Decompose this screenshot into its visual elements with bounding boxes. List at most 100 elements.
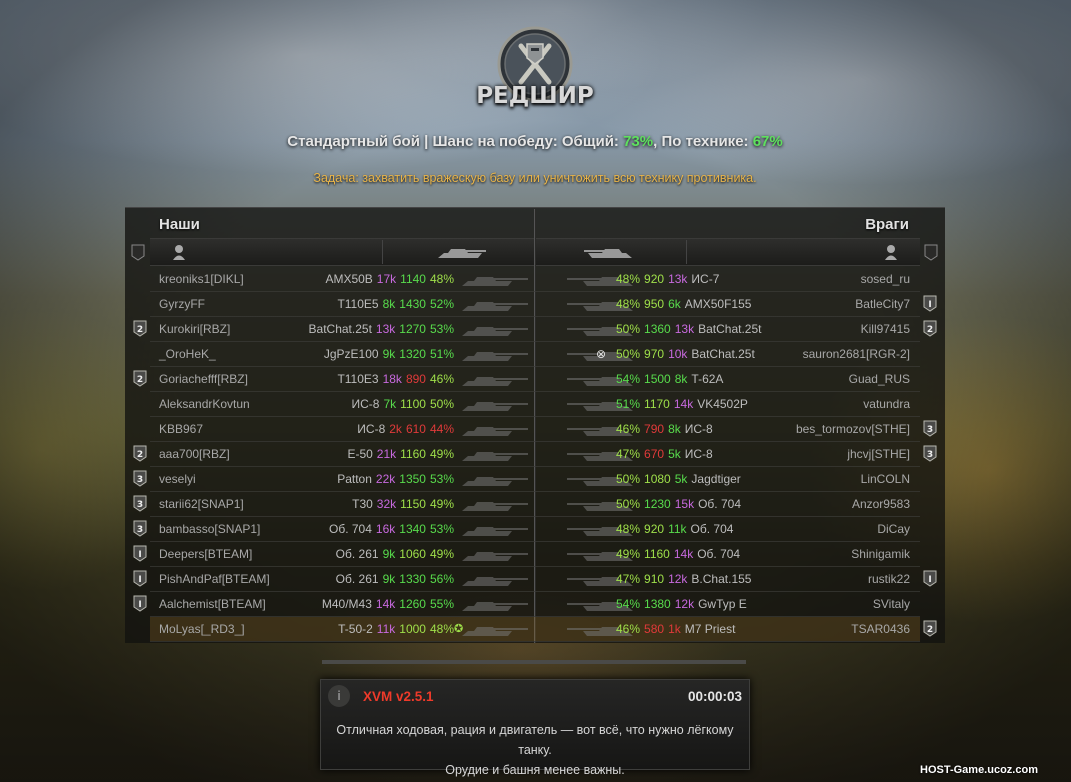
ally-player-name[interactable]: PishAndPaf[BTEAM] [159, 567, 270, 591]
ally-player-name[interactable]: MoLyas[_RD3_] [159, 617, 245, 641]
ally-tank-name: ИС-8 [351, 397, 380, 411]
player-row: GyrzyFF T110E5 8k 1430 52% I 48% 950 6k AMX50F155… [150, 292, 937, 316]
tank-silhouette-icon [462, 477, 528, 486]
enemy-player-name[interactable]: vatundra [863, 392, 910, 416]
rank-badge-icon: 2 [133, 445, 147, 462]
enemy-stats: 46% 790 8k ИС-8 [616, 417, 713, 441]
xvm-tip-line-2: Орудие и башня менее важны. [445, 763, 625, 777]
ally-stats: JgPzE100 9k 1320 51% [324, 342, 454, 366]
ally-rating: 890 [405, 372, 426, 386]
ally-tank-name: T110E5 [337, 297, 379, 311]
ally-win: 46% [429, 372, 454, 386]
enemy-rating: 670 [644, 447, 665, 461]
ally-player-name[interactable]: GyrzyFF [159, 292, 205, 316]
enemy-tank-name: Jagdtiger [691, 472, 741, 486]
ally-tank-name: AMX50B [325, 272, 373, 286]
enemy-player-name[interactable]: sosed_ru [861, 267, 910, 291]
enemy-player-name[interactable]: Shinigamik [851, 542, 910, 566]
ally-player-name[interactable]: bambasso[SNAP1] [159, 517, 260, 541]
ally-tank-name: T110E3 [337, 372, 379, 386]
enemy-player-name[interactable]: Guad_RUS [849, 367, 910, 391]
ally-stats: T-50-2 11k 1000 48% [338, 617, 454, 641]
enemy-player-name[interactable]: rustik22 [868, 567, 910, 591]
enemy-player-name[interactable]: SVitaly [873, 592, 910, 616]
ally-stats: M40/M43 14k 1260 55% [322, 592, 454, 616]
ally-player-name[interactable]: _OroHeK_ [159, 342, 216, 366]
ally-tank-name: Об. 261 [335, 547, 379, 561]
svg-text:3: 3 [927, 425, 933, 435]
allies-player-column-icon[interactable] [172, 244, 186, 260]
ally-battles: 2k [389, 422, 402, 436]
enemy-player-name[interactable]: sauron2681[RGR-2] [803, 342, 910, 366]
ally-stats: ИС-8 7k 1100 50% [352, 392, 455, 416]
enemy-rating: 920 [644, 272, 665, 286]
allies-vehicle-column-icon[interactable] [436, 244, 488, 260]
player-row: I Aalchemist[BTEAM] M40/M43 14k 1260 55% 54% 13… [133, 592, 920, 616]
ally-player-name[interactable]: starii62[SNAP1] [159, 492, 244, 516]
rank-badge-icon: I [133, 545, 147, 562]
enemy-rating: 790 [644, 422, 665, 436]
enemy-player-name[interactable]: bes_tormozov[STHE] [796, 417, 910, 441]
enemy-player-name[interactable]: Anzor9583 [852, 492, 910, 516]
enemy-player-name[interactable]: BatleCity7 [855, 292, 910, 316]
svg-text:3: 3 [927, 450, 933, 460]
enemy-rating: 920 [644, 522, 665, 536]
rank-badge-icon: 3 [923, 445, 937, 462]
column-separator [382, 240, 383, 264]
svg-text:3: 3 [137, 500, 143, 510]
svg-text:I: I [928, 300, 931, 310]
ally-battles: 22k [375, 472, 396, 486]
enemy-win: 50% [616, 322, 641, 336]
enemy-stats: ⊗ 50% 970 10k BatChat.25t [596, 342, 755, 366]
ally-player-name[interactable]: Goriachefff[RBZ] [159, 367, 248, 391]
ally-player-name[interactable]: Kurokiri[RBZ] [159, 317, 230, 341]
ally-rating: 1140 [400, 272, 426, 286]
enemy-player-name[interactable]: jhcvj[STHE] [847, 442, 910, 466]
enemy-win: 47% [616, 447, 641, 461]
enemy-player-name[interactable]: LinCOLN [861, 467, 910, 491]
ally-win: 53% [429, 472, 454, 486]
enemy-tank-name: Об. 704 [698, 497, 741, 511]
enemy-stats: 48% 920 13k ИС-7 [616, 267, 719, 291]
ally-tank-name: M40/M43 [321, 597, 372, 611]
ally-player-name[interactable]: kreoniks1[DIKL] [159, 267, 244, 291]
enemy-win: 50% [616, 497, 641, 511]
ally-tank-name: T-50-2 [338, 622, 373, 636]
enemy-win: 49% [616, 547, 641, 561]
enemy-stats: 50% 1360 13k BatChat.25t [616, 317, 761, 341]
enemy-battles: 14k [673, 547, 694, 561]
allies-badge-column-icon[interactable] [131, 244, 145, 261]
enemy-tank-name: Об. 704 [697, 547, 741, 561]
ally-rating: 1260 [399, 597, 426, 611]
ally-player-name[interactable]: Aalchemist[BTEAM] [159, 592, 266, 616]
ally-stats: ИС-8 2k 610 44% [357, 417, 454, 441]
svg-text:2: 2 [927, 625, 933, 635]
enemies-badge-column-icon[interactable] [924, 244, 938, 261]
ally-player-name[interactable]: Deepers[BTEAM] [159, 542, 252, 566]
ally-player-name[interactable]: aaa700[RBZ] [159, 442, 230, 466]
enemy-stats: 51% 1170 14k VK4502P [616, 392, 748, 416]
ally-player-name[interactable]: veselyi [159, 467, 196, 491]
enemy-win: 54% [616, 372, 641, 386]
svg-text:3: 3 [137, 525, 143, 535]
svg-text:I: I [138, 600, 141, 610]
enemy-player-name[interactable]: DiCay [877, 517, 910, 541]
ally-tank-name: Patton [337, 472, 372, 486]
player-row: kreoniks1[DIKL] AMX50B 17k 1140 48% 48% 920 13k… [150, 267, 920, 291]
enemy-rating: 1160 [644, 547, 670, 561]
enemy-battles: 6k [668, 297, 681, 311]
enemy-player-name[interactable]: Kill97415 [861, 317, 910, 341]
rank-badge-icon: I [133, 595, 147, 612]
svg-text:2: 2 [927, 325, 933, 335]
rank-badge-icon: 2 [133, 370, 147, 387]
tank-silhouette-icon [462, 502, 528, 511]
enemy-player-name[interactable]: TSAR0436 [851, 617, 910, 641]
ally-player-name[interactable]: AleksandrKovtun [159, 392, 250, 416]
ally-player-name[interactable]: KBB967 [159, 417, 203, 441]
ally-rating: 610 [405, 422, 426, 436]
ally-win: 48% [429, 622, 454, 636]
enemies-vehicle-column-icon[interactable] [582, 244, 634, 260]
xvm-title: XVM v2.5.1 [363, 689, 434, 704]
tank-silhouette-icon [462, 302, 528, 311]
enemies-player-column-icon[interactable] [884, 244, 898, 260]
